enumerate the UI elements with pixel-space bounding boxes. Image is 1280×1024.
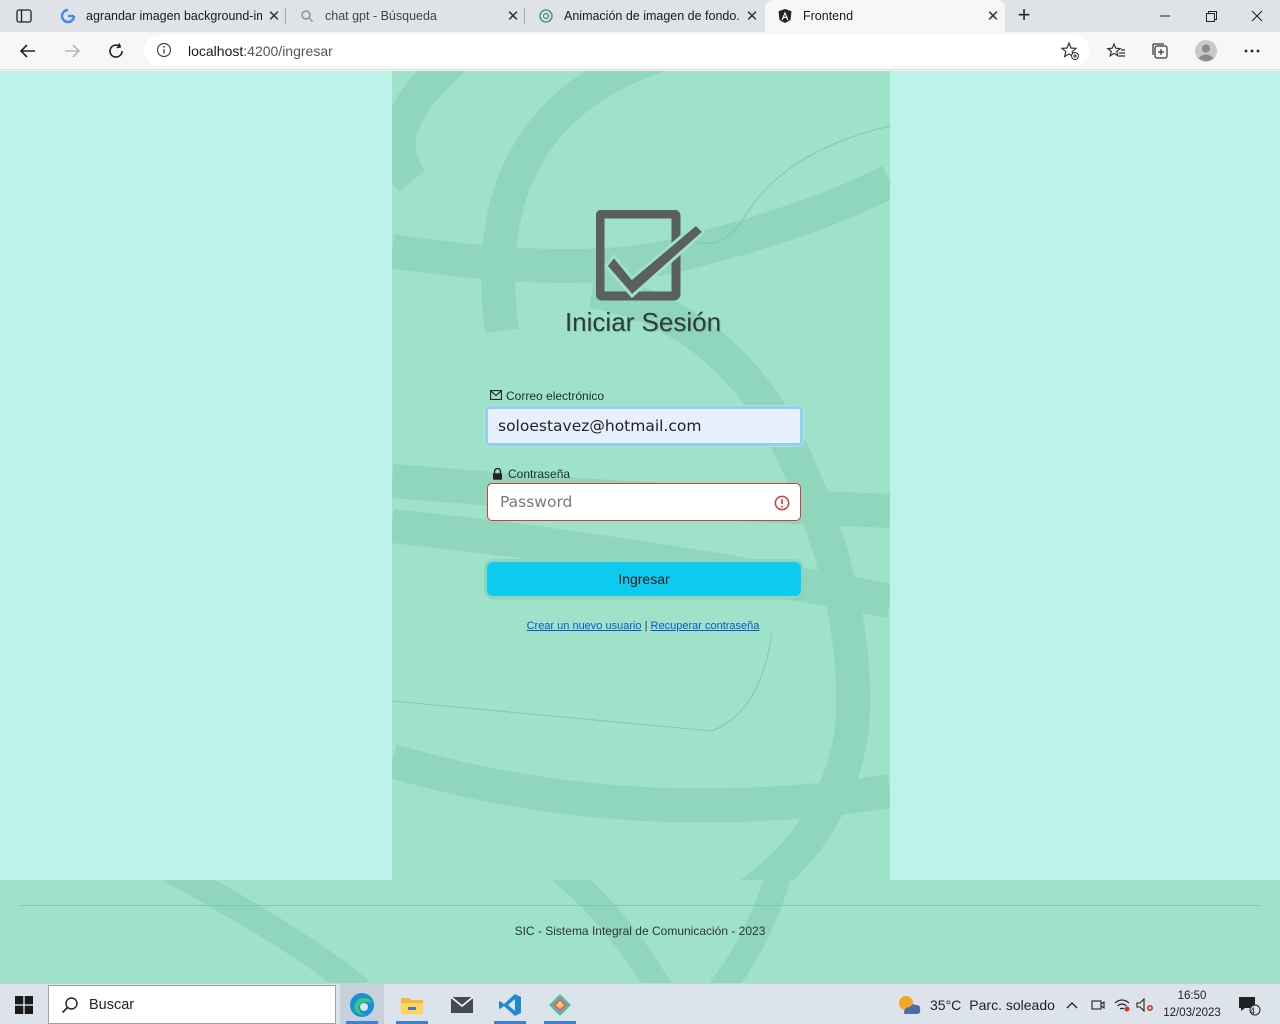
close-tab-icon[interactable]: ✕ [262, 7, 286, 25]
chevron-up-icon[interactable] [1062, 984, 1082, 1024]
login-submit-button[interactable]: Ingresar [487, 562, 801, 596]
tab-strip: agrandar imagen background-im ✕ chat gpt… [0, 0, 1280, 32]
tab-title: agrandar imagen background-im [86, 9, 262, 23]
url-host: localhost [188, 43, 244, 59]
auth-links: Crear un nuevo usuario | Recuperar contr… [0, 620, 1280, 632]
forward-icon[interactable] [58, 37, 86, 65]
volume-muted-icon[interactable] [1134, 984, 1156, 1024]
tab-title: chat gpt - Búsqueda [325, 9, 437, 23]
tab-actions-icon[interactable] [8, 6, 40, 26]
search-icon [61, 996, 78, 1013]
password-label-text: Contraseña [508, 467, 571, 481]
lock-icon [492, 468, 504, 480]
envelope-icon [490, 390, 502, 402]
favorites-icon[interactable] [1102, 37, 1130, 65]
close-tab-icon[interactable]: ✕ [981, 7, 1005, 25]
notifications-count: 4 [1250, 1006, 1256, 1016]
page-viewport: SIC - Sistema Integral de Comunicación -… [0, 71, 1280, 983]
weather-condition: Parc. soleado [969, 996, 1055, 1013]
google-icon [60, 8, 76, 24]
refresh-icon[interactable] [102, 37, 130, 65]
system-clock[interactable]: 16:50 12/03/2023 [1160, 988, 1224, 1022]
tab-google[interactable]: agrandar imagen background-im ✕ [48, 0, 286, 32]
vscode-icon[interactable] [488, 984, 532, 1024]
weather-widget[interactable]: 35°C Parc. soleado [896, 984, 1055, 1024]
search-icon [299, 8, 315, 24]
restore-icon[interactable] [1188, 0, 1234, 32]
add-favorite-icon[interactable] [1060, 41, 1080, 61]
url-path: :4200/ingresar [243, 43, 333, 59]
background-pattern [392, 71, 890, 880]
clock-time: 16:50 [1177, 990, 1207, 1002]
tab-chat-gpt-search[interactable]: chat gpt - Búsqueda ✕ [287, 0, 525, 32]
links-separator: | [644, 620, 648, 632]
edge-browser-icon[interactable] [340, 984, 384, 1024]
footer-copyright: SIC - Sistema Integral de Comunicación -… [514, 924, 766, 938]
wifi-icon[interactable] [1112, 984, 1132, 1024]
notifications-icon[interactable]: 4 [1234, 984, 1264, 1024]
new-tab-button[interactable]: + [1012, 4, 1036, 28]
footer-divider [20, 905, 1260, 906]
weather-temp: 35°C [930, 996, 962, 1013]
windows-start-icon[interactable] [0, 984, 48, 1024]
checkbox-logo-icon [595, 209, 707, 302]
error-alert-icon [774, 495, 790, 511]
url-text: localhost:4200/ingresar [188, 43, 333, 59]
address-bar[interactable]: localhost:4200/ingresar [144, 35, 1090, 66]
email-label-text: Correo electrónico [506, 389, 605, 403]
file-explorer-icon[interactable] [390, 984, 434, 1024]
angular-icon [777, 8, 793, 24]
tab-title: Frontend [803, 9, 854, 23]
collections-icon[interactable] [1146, 37, 1174, 65]
taskbar-search-text: Buscar [89, 996, 135, 1013]
browser-toolbar: localhost:4200/ingresar [0, 32, 1280, 70]
minimize-icon[interactable] [1142, 0, 1188, 32]
tab-title: Animación de imagen de fondo. [564, 9, 740, 23]
mail-icon[interactable] [440, 984, 484, 1024]
site-info-icon[interactable] [156, 42, 172, 58]
clock-date: 12/03/2023 [1163, 1007, 1221, 1019]
taskbar: Buscar 35°C Parc. soleado 16:50 12/03/20… [0, 983, 1280, 1024]
close-window-icon[interactable] [1234, 0, 1280, 32]
recover-password-link[interactable]: Recuperar contraseña [651, 620, 760, 632]
footer: SIC - Sistema Integral de Comunicación -… [0, 880, 1280, 983]
tab-frontend[interactable]: Frontend ✕ [765, 0, 1005, 32]
chatgpt-icon [538, 8, 554, 24]
meet-now-icon[interactable] [1088, 984, 1108, 1024]
close-tab-icon[interactable]: ✕ [501, 7, 525, 25]
back-icon[interactable] [14, 37, 42, 65]
create-user-link[interactable]: Crear un nuevo usuario [527, 620, 642, 632]
login-title: Iniciar Sesión [564, 307, 722, 337]
more-menu-icon[interactable] [1238, 37, 1266, 65]
password-label: Contraseña [492, 467, 570, 481]
login-panel [392, 71, 890, 880]
tab-chatgpt[interactable]: Animación de imagen de fondo. ✕ [526, 0, 764, 32]
close-tab-icon[interactable]: ✕ [740, 7, 764, 25]
email-input[interactable] [485, 406, 803, 446]
password-input[interactable] [487, 483, 801, 521]
profile-avatar-icon[interactable] [1192, 37, 1220, 65]
email-label: Correo electrónico [490, 389, 604, 403]
gitkraken-icon[interactable] [538, 984, 582, 1024]
partly-sunny-icon [899, 995, 921, 1014]
taskbar-search-box[interactable]: Buscar [48, 985, 336, 1024]
